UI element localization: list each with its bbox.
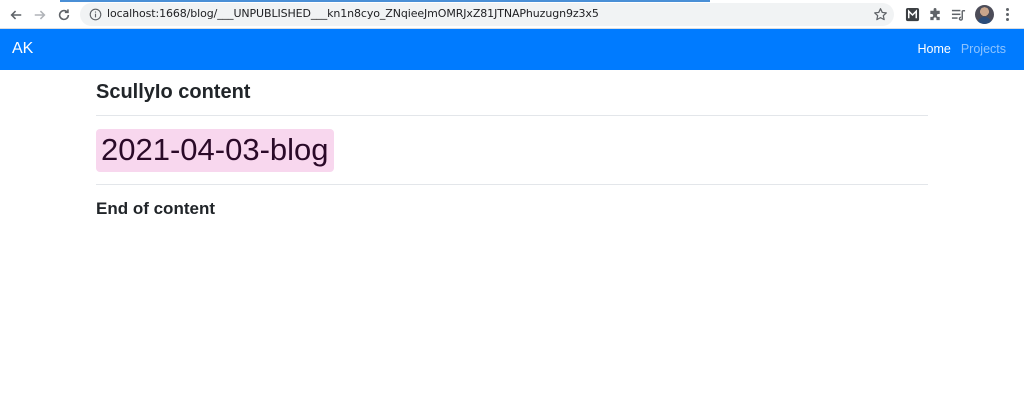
- main-content: ScullyIo content 2021-04-03-blog End of …: [96, 70, 928, 219]
- reload-button[interactable]: [54, 5, 74, 25]
- back-button[interactable]: [6, 5, 26, 25]
- back-arrow-icon: [10, 10, 22, 20]
- m-extension-icon[interactable]: [904, 6, 921, 23]
- divider-top: [96, 115, 928, 116]
- page-heading: ScullyIo content: [96, 81, 251, 103]
- brand-logo[interactable]: AK: [12, 40, 33, 58]
- forward-button[interactable]: [30, 5, 50, 25]
- forward-arrow-icon: [34, 10, 46, 20]
- date-title-wrapper: 2021-04-03-blog: [96, 129, 928, 172]
- url-text[interactable]: localhost:1668/blog/___UNPUBLISHED___kn1…: [107, 7, 599, 20]
- nav-link-home[interactable]: Home: [918, 42, 951, 56]
- star-icon[interactable]: [873, 7, 888, 22]
- profile-avatar[interactable]: [975, 5, 994, 24]
- puzzle-icon[interactable]: [927, 6, 944, 23]
- playlist-icon[interactable]: [950, 6, 967, 23]
- nav-links: Home Projects: [918, 42, 1007, 56]
- post-date-title: 2021-04-03-blog: [96, 129, 334, 172]
- app-navbar: AK Home Projects: [0, 29, 1024, 70]
- browser-toolbar: localhost:1668/blog/___UNPUBLISHED___kn1…: [0, 0, 1024, 29]
- info-icon[interactable]: [89, 8, 102, 21]
- end-of-content-text: End of content: [96, 199, 215, 218]
- nav-link-projects[interactable]: Projects: [961, 42, 1006, 56]
- divider-bottom: [96, 184, 928, 185]
- address-bar[interactable]: localhost:1668/blog/___UNPUBLISHED___kn1…: [80, 3, 894, 26]
- menu-dots-icon[interactable]: [999, 6, 1015, 23]
- reload-icon: [58, 9, 70, 21]
- tab-accent-line: [60, 0, 710, 2]
